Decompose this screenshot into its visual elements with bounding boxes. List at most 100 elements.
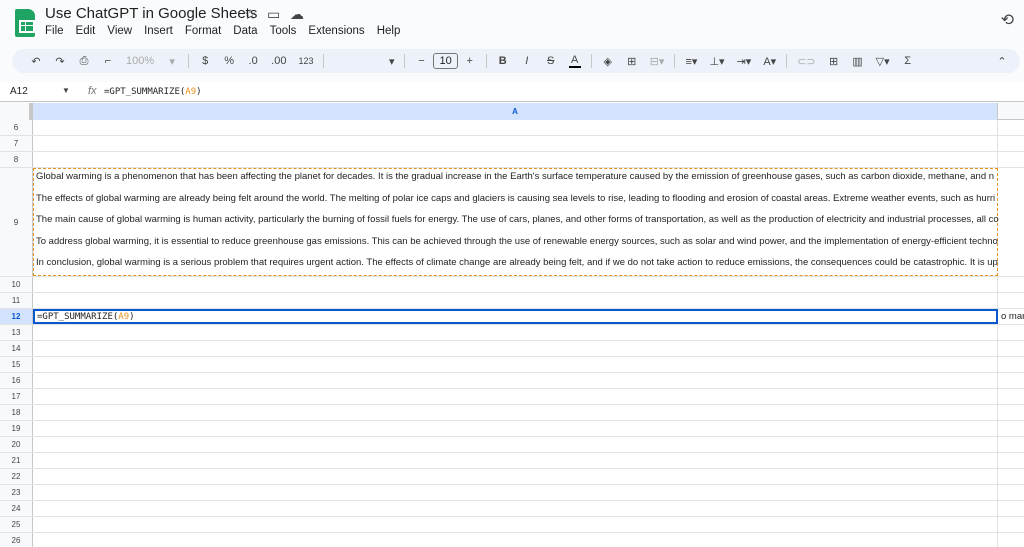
collapse-toolbar-icon[interactable]: ⌃ bbox=[996, 55, 1008, 68]
move-folder-icon[interactable]: ▭ bbox=[267, 6, 280, 23]
redo-icon[interactable]: ↷ bbox=[54, 55, 66, 68]
row-header[interactable]: 15 bbox=[0, 357, 33, 372]
sheets-logo[interactable] bbox=[15, 9, 35, 37]
select-all-corner[interactable] bbox=[0, 103, 33, 120]
cell-a8[interactable] bbox=[33, 152, 998, 167]
increase-decimal-button[interactable]: .00 bbox=[271, 55, 286, 67]
menu-format[interactable]: Format bbox=[185, 25, 221, 37]
percent-format-button[interactable]: % bbox=[223, 55, 235, 67]
cell-a14[interactable] bbox=[33, 341, 998, 356]
row-header[interactable]: 10 bbox=[0, 277, 33, 292]
version-history-icon[interactable]: ⟲ bbox=[1001, 10, 1014, 30]
chevron-down-icon[interactable]: ▾ bbox=[166, 55, 178, 68]
row-header[interactable]: 16 bbox=[0, 373, 33, 388]
cell-a6[interactable] bbox=[33, 120, 998, 135]
insert-chart-icon[interactable]: ▥ bbox=[852, 55, 864, 68]
menu-edit[interactable]: Edit bbox=[76, 25, 96, 37]
cell-a19[interactable] bbox=[33, 421, 998, 436]
cell-a18[interactable] bbox=[33, 405, 998, 420]
row-header[interactable]: 11 bbox=[0, 293, 33, 308]
cell-a25[interactable] bbox=[33, 517, 998, 532]
vertical-align-icon[interactable]: ⊥▾ bbox=[709, 55, 724, 68]
decrease-font-size-icon[interactable]: − bbox=[415, 55, 427, 67]
chevron-down-icon[interactable]: ▼ bbox=[62, 86, 70, 95]
row-header[interactable]: 22 bbox=[0, 469, 33, 484]
title-bar: Use ChatGPT in Google Sheets ☆ ▭ ☁ File … bbox=[0, 0, 1024, 46]
menu-tools[interactable]: Tools bbox=[270, 25, 297, 37]
cell-a13[interactable] bbox=[33, 325, 998, 340]
insert-link-icon[interactable]: ⊂⊃ bbox=[797, 55, 815, 68]
row-header[interactable]: 8 bbox=[0, 152, 33, 167]
cell-a20[interactable] bbox=[33, 437, 998, 452]
cell-a7[interactable] bbox=[33, 136, 998, 151]
doc-title[interactable]: Use ChatGPT in Google Sheets bbox=[45, 5, 257, 22]
print-icon[interactable]: ⎙ bbox=[78, 55, 90, 68]
menu-file[interactable]: File bbox=[45, 25, 64, 37]
row-10: 10 bbox=[0, 277, 1024, 293]
strikethrough-icon[interactable]: S bbox=[545, 55, 557, 67]
text-rotation-icon[interactable]: A▾ bbox=[763, 55, 776, 68]
cell-a9[interactable]: Global warming is a phenomenon that has … bbox=[33, 168, 999, 276]
more-formats-button[interactable]: 123 bbox=[298, 56, 313, 66]
cell-a10[interactable] bbox=[33, 277, 998, 292]
cell-a11[interactable] bbox=[33, 293, 998, 308]
row-header[interactable]: 21 bbox=[0, 453, 33, 468]
cell-a15[interactable] bbox=[33, 357, 998, 372]
cell-a12-active[interactable]: =GPT_SUMMARIZE(A9) bbox=[33, 309, 998, 324]
cell-a22[interactable] bbox=[33, 469, 998, 484]
row-23: 23 bbox=[0, 485, 1024, 501]
row-header[interactable]: 13 bbox=[0, 325, 33, 340]
cloud-status-icon[interactable]: ☁ bbox=[290, 6, 304, 23]
divider bbox=[404, 54, 406, 68]
row-header[interactable]: 26 bbox=[0, 533, 33, 547]
menu-extensions[interactable]: Extensions bbox=[308, 25, 364, 37]
fill-color-icon[interactable]: ◈ bbox=[602, 55, 614, 68]
row-header[interactable]: 9 bbox=[0, 168, 33, 276]
cell-text-line: The main cause of global warming is huma… bbox=[36, 214, 999, 225]
bold-icon[interactable]: B bbox=[497, 55, 509, 67]
cell-a17[interactable] bbox=[33, 389, 998, 404]
cell-a26[interactable] bbox=[33, 533, 998, 547]
column-header-a[interactable]: A bbox=[33, 103, 998, 120]
cell-a23[interactable] bbox=[33, 485, 998, 500]
cell-a21[interactable] bbox=[33, 453, 998, 468]
row-header[interactable]: 17 bbox=[0, 389, 33, 404]
row-header[interactable]: 19 bbox=[0, 421, 33, 436]
row-header[interactable]: 25 bbox=[0, 517, 33, 532]
text-wrapping-icon[interactable]: ⇥▾ bbox=[737, 55, 752, 68]
row-header[interactable]: 23 bbox=[0, 485, 33, 500]
borders-icon[interactable]: ⊞ bbox=[626, 55, 638, 68]
cell-text-line: To address global warming, it is essenti… bbox=[36, 235, 998, 247]
cell-a16[interactable] bbox=[33, 373, 998, 388]
row-header[interactable]: 7 bbox=[0, 136, 33, 151]
menu-data[interactable]: Data bbox=[233, 25, 257, 37]
cell-a24[interactable] bbox=[33, 501, 998, 516]
insert-comment-icon[interactable]: ⊞ bbox=[828, 55, 840, 68]
row-header[interactable]: 12 bbox=[0, 309, 33, 324]
undo-icon[interactable]: ↶ bbox=[30, 55, 42, 68]
row-header[interactable]: 20 bbox=[0, 437, 33, 452]
star-icon[interactable]: ☆ bbox=[244, 6, 257, 23]
italic-icon[interactable]: I bbox=[521, 55, 533, 67]
name-box[interactable]: A12 bbox=[10, 86, 28, 97]
row-header[interactable]: 14 bbox=[0, 341, 33, 356]
functions-icon[interactable]: Σ bbox=[902, 55, 914, 67]
formula-input[interactable]: =GPT_SUMMARIZE(A9) bbox=[104, 87, 202, 97]
decrease-decimal-button[interactable]: .0 bbox=[247, 55, 259, 67]
filter-icon[interactable]: ▽▾ bbox=[876, 55, 890, 68]
merge-cells-icon[interactable]: ⊟▾ bbox=[650, 55, 665, 68]
menu-help[interactable]: Help bbox=[377, 25, 401, 37]
text-color-icon[interactable]: A bbox=[568, 54, 581, 68]
menu-view[interactable]: View bbox=[107, 25, 132, 37]
row-header[interactable]: 24 bbox=[0, 501, 33, 516]
horizontal-align-icon[interactable]: ≡▾ bbox=[685, 55, 697, 68]
row-header[interactable]: 18 bbox=[0, 405, 33, 420]
row-header[interactable]: 6 bbox=[0, 120, 33, 135]
currency-format-button[interactable]: $ bbox=[199, 55, 211, 67]
font-family-dropdown-icon[interactable]: ▾ bbox=[334, 55, 395, 68]
font-size-input[interactable]: 10 bbox=[433, 53, 458, 69]
increase-font-size-icon[interactable]: + bbox=[464, 55, 476, 67]
paint-format-icon[interactable]: ⌐ bbox=[102, 55, 114, 67]
menu-insert[interactable]: Insert bbox=[144, 25, 173, 37]
zoom-select[interactable]: 100% bbox=[126, 55, 154, 67]
